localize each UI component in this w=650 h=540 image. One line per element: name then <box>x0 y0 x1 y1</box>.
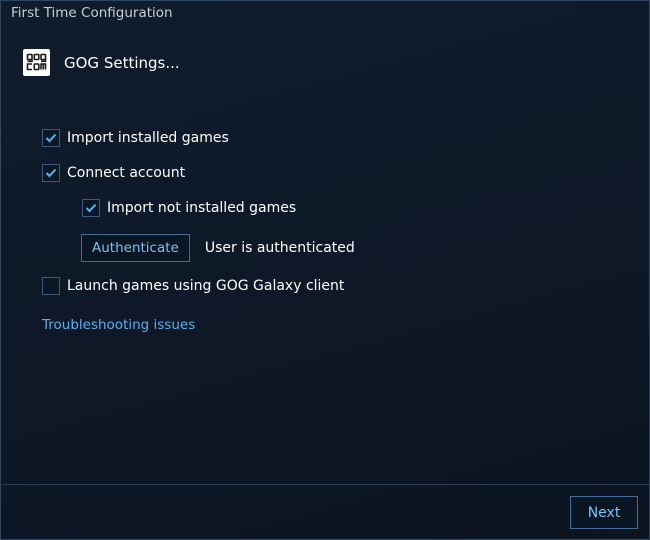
gog-logo-icon <box>23 49 50 76</box>
settings-header: GOG Settings... <box>23 49 180 76</box>
launch-galaxy-option[interactable]: Launch games using GOG Galaxy client <box>42 277 344 295</box>
checkmark-icon <box>45 168 57 178</box>
footer-divider <box>1 484 649 485</box>
window-title: First Time Configuration <box>11 5 173 21</box>
connect-account-checkbox[interactable] <box>42 164 60 182</box>
launch-galaxy-checkbox[interactable] <box>42 277 60 295</box>
authenticate-button[interactable]: Authenticate <box>81 234 190 262</box>
checkmark-icon <box>45 133 57 143</box>
import-installed-checkbox[interactable] <box>42 129 60 147</box>
troubleshooting-link[interactable]: Troubleshooting issues <box>42 317 195 333</box>
import-installed-label: Import installed games <box>67 130 229 146</box>
auth-row: Authenticate User is authenticated <box>81 234 355 262</box>
import-installed-option[interactable]: Import installed games <box>42 129 229 147</box>
import-not-installed-option[interactable]: Import not installed games <box>82 199 296 217</box>
connect-account-option[interactable]: Connect account <box>42 164 185 182</box>
checkmark-icon <box>85 203 97 213</box>
auth-status-text: User is authenticated <box>204 240 355 256</box>
next-button[interactable]: Next <box>570 496 638 529</box>
configuration-window: First Time Configuration GOG Settings... <box>0 0 650 540</box>
page-title: GOG Settings... <box>64 53 180 72</box>
import-not-installed-label: Import not installed games <box>107 200 297 216</box>
connect-account-label: Connect account <box>67 165 186 181</box>
import-not-installed-checkbox[interactable] <box>82 199 100 217</box>
launch-galaxy-label: Launch games using GOG Galaxy client <box>67 278 345 294</box>
